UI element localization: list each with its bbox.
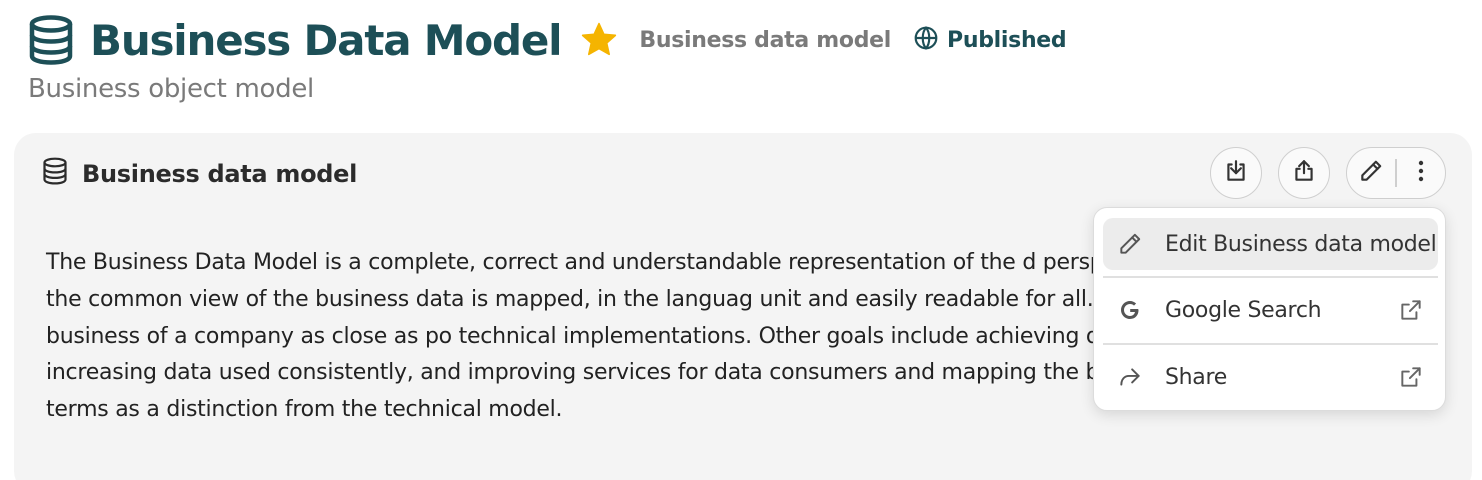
page-title: Business Data Model [90,15,563,65]
more-vertical-icon [1417,158,1425,189]
edit-split-button [1346,147,1446,199]
card-header: Business data model [42,157,357,190]
asset-type-label: Business data model [639,27,892,53]
more-options-button[interactable] [1397,148,1445,198]
menu-item-edit[interactable]: Edit Business data model [1103,218,1438,270]
menu-divider [1103,276,1438,278]
pencil-icon [1358,158,1384,189]
menu-item-label: Google Search [1165,297,1322,323]
external-link-icon [1398,364,1424,390]
card-title: Business data model [82,159,358,188]
upload-icon [1291,158,1317,189]
globe-icon [913,25,939,56]
upload-button[interactable] [1278,147,1330,199]
status-badge: Published [913,25,1067,56]
edit-button[interactable] [1347,148,1395,198]
menu-item-google-search[interactable]: Google Search [1103,284,1438,336]
card-actions [1210,147,1446,199]
share-icon [1115,362,1145,392]
database-icon [42,157,68,190]
external-link-icon [1398,297,1424,323]
google-icon [1115,295,1145,325]
download-button[interactable] [1210,147,1262,199]
favorite-star-icon[interactable] [579,20,619,60]
more-options-menu: Edit Business data model Google Search S… [1093,207,1446,411]
menu-item-label: Share [1165,364,1227,390]
database-icon [28,14,76,66]
download-icon [1223,158,1249,189]
pencil-icon [1115,229,1145,259]
page-header: Business Data Model Business data model … [28,12,1482,122]
menu-item-label: Edit Business data model [1165,231,1437,257]
menu-divider [1103,343,1438,345]
status-label: Published [947,27,1067,53]
title-row: Business Data Model Business data model … [28,12,1482,68]
menu-item-share[interactable]: Share [1103,351,1438,403]
page-subtitle: Business object model [28,74,314,104]
